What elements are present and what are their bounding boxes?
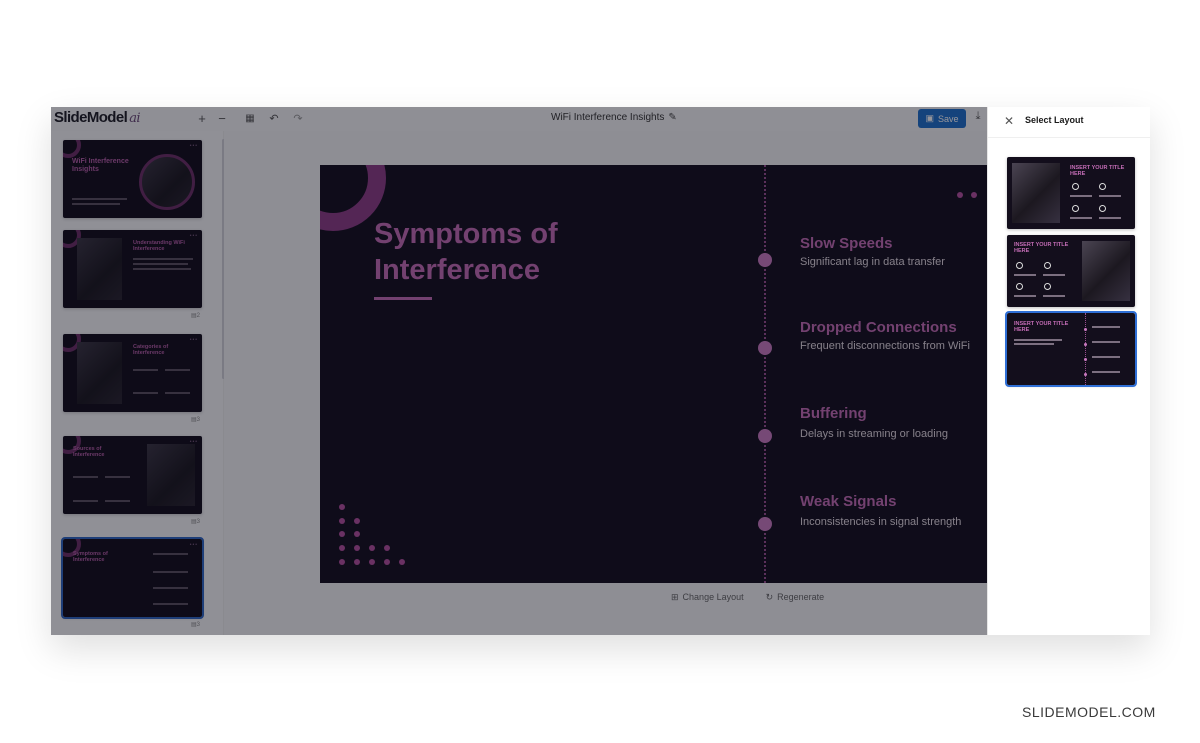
- text-line: [1070, 217, 1092, 219]
- text-line: [1099, 195, 1121, 197]
- target-icon: [1044, 262, 1051, 269]
- select-layout-panel: ✕ Select Layout INSERT YOUR TITLE HERE I…: [987, 107, 1150, 635]
- target-icon: [1099, 183, 1106, 190]
- people-icon: [1016, 283, 1023, 290]
- text-line: [1043, 274, 1065, 276]
- timeline-node: [1084, 343, 1087, 346]
- watermark-text: SLIDEMODEL.COM: [1022, 704, 1156, 720]
- layout-title: INSERT YOUR TITLE HERE: [1014, 321, 1069, 333]
- text-line: [1014, 295, 1036, 297]
- text-line: [1092, 356, 1120, 358]
- timeline-node: [1084, 373, 1087, 376]
- text-line: [1099, 217, 1121, 219]
- text-line: [1070, 195, 1092, 197]
- modal-overlay[interactable]: [51, 107, 987, 635]
- text-line: [1014, 339, 1062, 341]
- text-line: [1014, 274, 1036, 276]
- close-icon[interactable]: ✕: [1004, 114, 1014, 128]
- text-line: [1092, 371, 1120, 373]
- chat-icon: [1099, 205, 1106, 212]
- text-line: [1043, 295, 1065, 297]
- layout-title: INSERT YOUR TITLE HERE: [1014, 242, 1069, 254]
- layout-option-2[interactable]: INSERT YOUR TITLE HERE: [1007, 235, 1135, 307]
- text-line: [1092, 341, 1120, 343]
- text-line: [1092, 326, 1120, 328]
- photo-placeholder: [1012, 163, 1060, 223]
- person-icon: [1072, 183, 1079, 190]
- app-window: SlideModel ai + − ▦ ↶ ↷ WiFi Interference…: [51, 107, 1150, 635]
- person-icon: [1016, 262, 1023, 269]
- photo-placeholder: [1082, 241, 1130, 301]
- panel-header: ✕ Select Layout: [988, 107, 1150, 138]
- people-icon: [1072, 205, 1079, 212]
- panel-title: Select Layout: [1025, 115, 1084, 125]
- timeline-node: [1084, 358, 1087, 361]
- text-line: [1014, 343, 1054, 345]
- layout-option-3[interactable]: INSERT YOUR TITLE HERE: [1005, 311, 1137, 387]
- layout-title: INSERT YOUR TITLE HERE: [1070, 165, 1125, 177]
- timeline-node: [1084, 328, 1087, 331]
- layout-option-1[interactable]: INSERT YOUR TITLE HERE: [1007, 157, 1135, 229]
- chat-icon: [1044, 283, 1051, 290]
